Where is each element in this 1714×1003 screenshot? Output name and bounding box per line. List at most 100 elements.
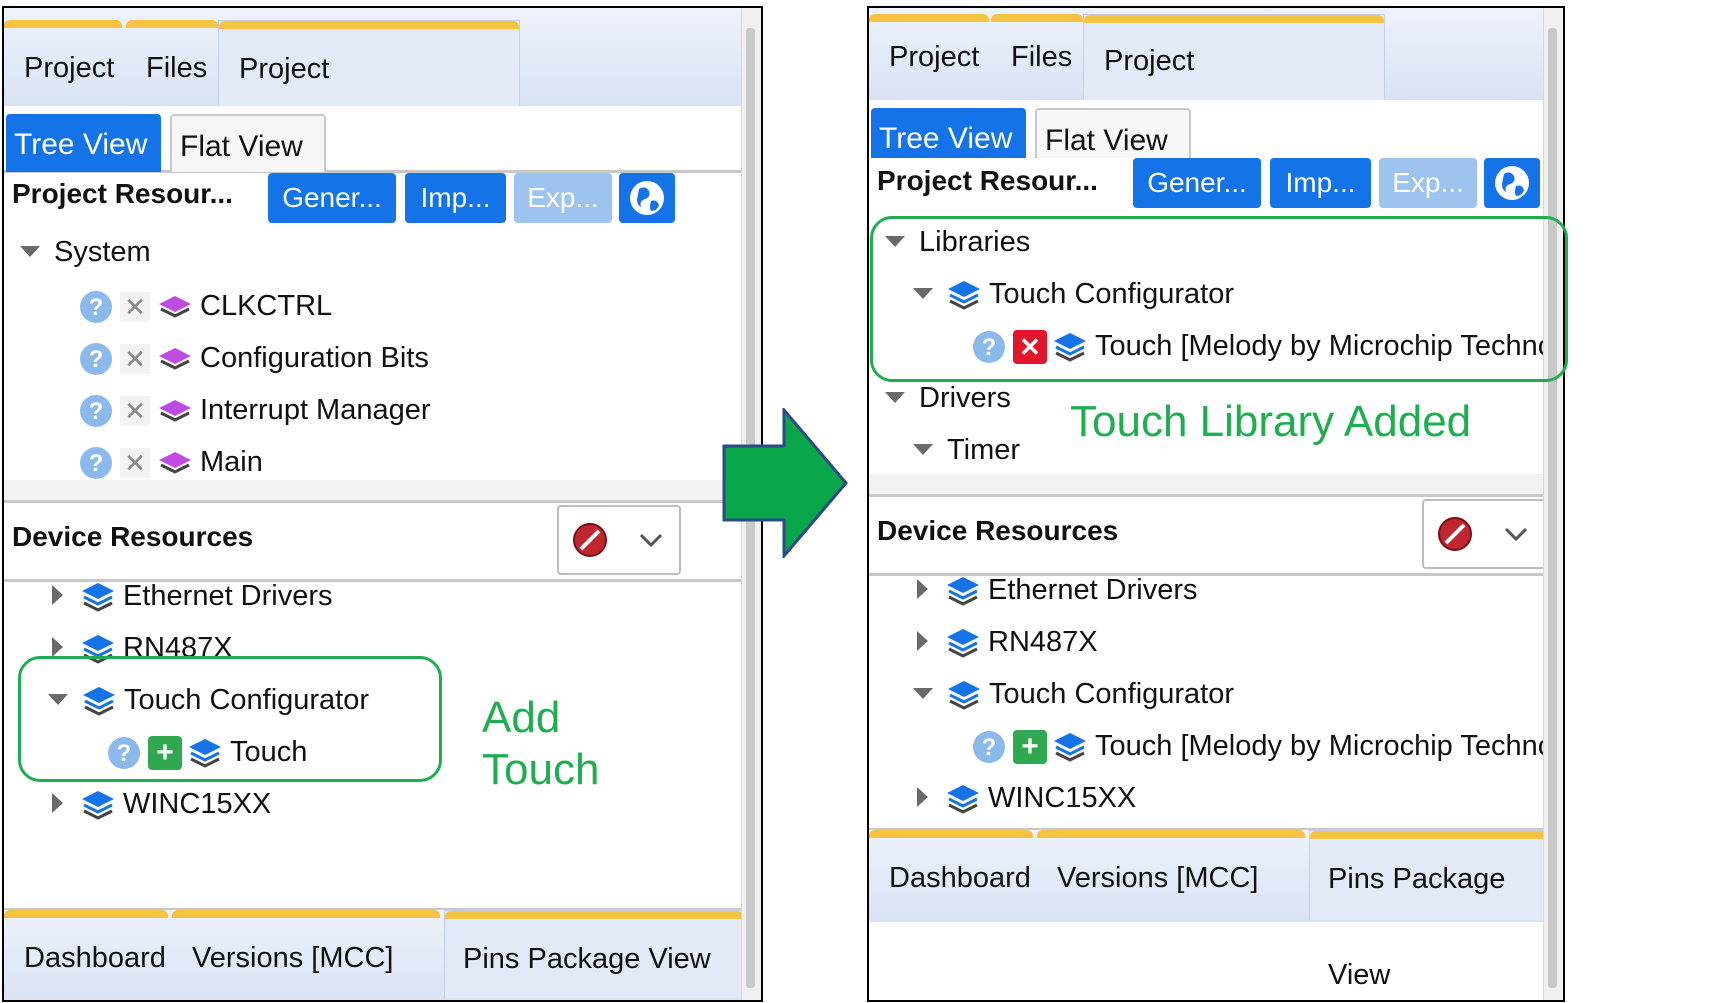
tree-group-drivers[interactable]: Drivers [885,378,1011,418]
tree-label: Timer [947,434,1021,466]
list-item[interactable]: ? ✕ Interrupt Manager [80,390,431,430]
tree-label: Drivers [919,382,1011,414]
highlight-box [18,656,442,782]
chevron-right-icon[interactable] [52,637,63,658]
tree-item[interactable]: RN487X [917,622,1098,662]
import-button[interactable]: Imp... [1270,158,1371,208]
export-button[interactable]: Exp... [514,173,612,223]
layers-icon [159,400,191,423]
divider [4,480,744,502]
tree-item[interactable]: Ethernet Drivers [917,570,1198,610]
tab-files[interactable]: Files [991,14,1083,100]
tab-project-resources[interactable]: Project Resources✕ [218,20,520,181]
help-icon[interactable]: ? [80,395,112,428]
device-resources-title: Device Resources [877,515,1119,546]
item-label: Ethernet Drivers [988,574,1198,606]
project-resources-title: Project Resour... [877,165,1098,196]
project-resources-header: Project Resour... Gener... Imp... Exp... [869,158,1549,214]
tab-label: Dashboard [24,942,166,974]
remove-icon[interactable]: ✕ [120,344,150,375]
top-tab-bar: Project Files Project Resources✕ [4,8,744,181]
tab-label: Versions [MCC] [192,942,394,974]
generate-button[interactable]: Gener... [1133,158,1261,208]
item-label: WINC15XX [988,782,1137,814]
chevron-right-icon[interactable] [917,631,928,652]
chevron-right-icon[interactable] [917,787,928,808]
tab-project[interactable]: Project [869,14,989,100]
view-tabs: Tree View Flat View [4,106,744,173]
tree-item[interactable]: ? + Touch [Melody by Microchip Technolc [973,726,1549,766]
bottom-tab-bar: Dashboard Versions [MCC] Pins Package Vi… [869,828,1549,991]
chevron-down-icon[interactable] [913,687,933,699]
import-button[interactable]: Imp... [405,173,506,223]
tab-versions[interactable]: Versions [MCC] [172,910,440,998]
list-item[interactable]: ? ✕ Configuration Bits [80,338,429,378]
help-icon[interactable]: ? [80,343,112,376]
tree-label: System [54,236,151,268]
tab-pins-package-view[interactable]: Pins Package View [444,910,744,998]
scrollbar[interactable] [1543,8,1563,1000]
tab-files[interactable]: Files [126,20,218,106]
filter-dropdown[interactable] [557,505,681,575]
tab-dashboard[interactable]: Dashboard [4,910,168,998]
help-icon[interactable]: ? [80,291,112,324]
tree-group-timer[interactable]: Timer [913,430,1020,470]
generate-button[interactable]: Gener... [268,173,396,223]
annotation-line: Add [482,693,561,742]
tree-item[interactable]: Ethernet Drivers [52,576,333,616]
remove-icon[interactable]: ✕ [120,396,150,427]
system-tree: System ? ✕ CLKCTRL ? ✕ Configuration Bits ? ✕… [4,230,744,480]
tab-label: Pins Package View [1328,863,1506,991]
tab-pins-package-view[interactable]: Pins Package View [1309,830,1549,991]
remove-icon[interactable]: ✕ [120,292,150,323]
item-label: CLKCTRL [200,290,333,322]
add-icon[interactable]: + [1013,730,1047,765]
tree-item[interactable]: WINC15XX [52,784,271,824]
layers-icon [948,681,980,711]
tab-versions[interactable]: Versions [MCC] [1037,830,1305,920]
tab-label: Files [1011,41,1073,73]
item-label: WINC15XX [123,788,272,820]
layers-icon [82,583,114,613]
device-resources-header: Device Resources [869,494,1549,576]
tab-dashboard[interactable]: Dashboard [869,830,1033,920]
remove-icon[interactable]: ✕ [120,448,150,479]
layers-icon [159,452,191,475]
item-label: Configuration Bits [200,342,429,374]
tab-label: Pins Package View [463,943,711,975]
tab-project-resources[interactable]: Project Resources✕ [1083,14,1385,169]
list-item[interactable]: ? ✕ Main [80,442,263,482]
tab-label: Project [889,41,980,73]
layers-icon [947,629,979,659]
tab-label: Project [24,52,115,84]
globe-icon[interactable] [619,173,675,223]
filter-dropdown[interactable] [1422,499,1546,569]
tree-group-system[interactable]: System [20,232,151,272]
annotation-add-touch: Add Touch [482,692,599,796]
tab-flat-view[interactable]: Flat View [170,114,326,172]
chevron-right-icon[interactable] [52,793,63,814]
tab-label: Files [146,52,208,84]
chevron-right-icon[interactable] [917,579,928,600]
tab-tree-view[interactable]: Tree View [6,114,161,172]
globe-icon[interactable] [1484,158,1540,208]
tree-item[interactable]: Touch Configurator [913,674,1234,714]
chevron-down-icon[interactable] [20,245,40,257]
export-button[interactable]: Exp... [1379,158,1477,208]
chevron-down-icon[interactable] [913,443,933,455]
chevron-right-icon[interactable] [52,585,63,606]
device-resources-title: Device Resources [12,521,254,552]
view-tabs: Tree View Flat View [869,100,1549,167]
tab-project[interactable]: Project [4,20,122,106]
tree-item[interactable]: WINC15XX [917,778,1136,818]
chevron-down-icon[interactable] [885,391,905,403]
help-icon[interactable]: ? [80,447,112,480]
arrow-right-icon [722,408,848,558]
layers-icon [947,577,979,607]
top-tab-bar: Project Files Project Resources✕ [869,8,1549,169]
list-item[interactable]: ? ✕ CLKCTRL [80,286,332,326]
item-label: Ethernet Drivers [123,580,333,612]
device-resources-header: Device Resources [4,500,744,582]
help-icon[interactable]: ? [973,731,1005,764]
annotation-line: Touch [482,745,600,794]
